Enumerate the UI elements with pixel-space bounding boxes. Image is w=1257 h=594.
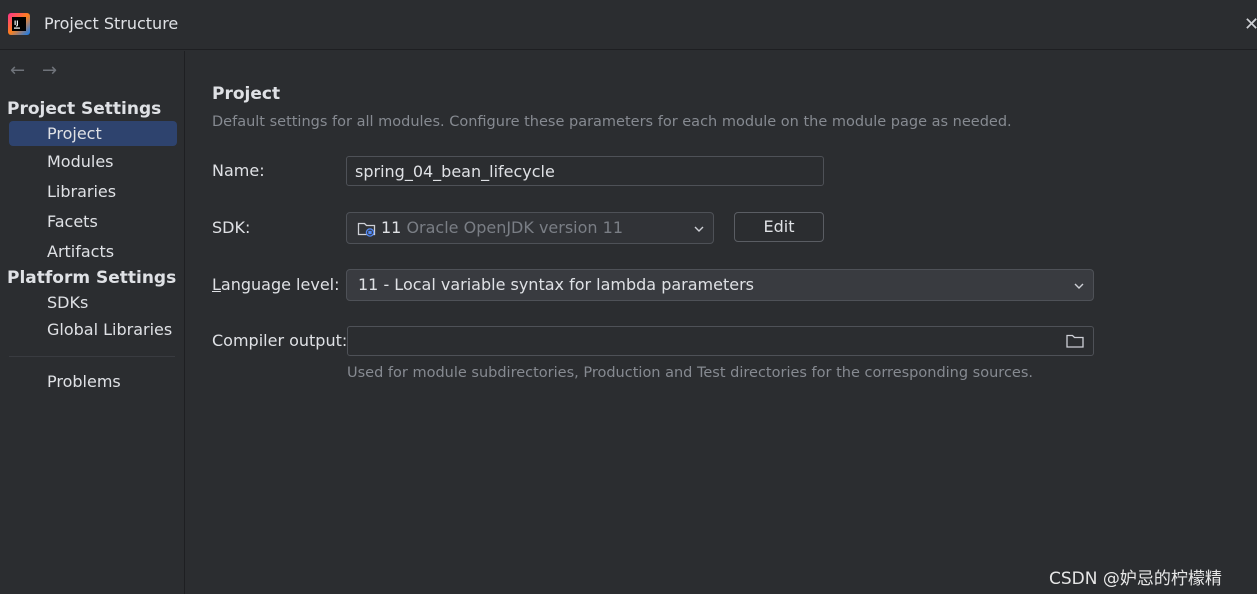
sidebar-item-sdks[interactable]: SDKs: [9, 290, 177, 315]
title-bar: IJ Project Structure ✕: [0, 0, 1257, 50]
sidebar-item-project[interactable]: Project: [9, 121, 177, 146]
project-settings-panel: Project Default settings for all modules…: [186, 51, 1257, 594]
compiler-output-field[interactable]: [347, 326, 1094, 356]
sdk-dropdown[interactable]: 11 Oracle OpenJDK version 11: [346, 212, 714, 244]
sdk-description: Oracle OpenJDK version 11: [406, 218, 623, 237]
sdk-version: 11: [381, 218, 402, 237]
language-level-dropdown[interactable]: 11 - Local variable syntax for lambda pa…: [346, 269, 1094, 301]
project-name-input[interactable]: [346, 156, 824, 186]
page-description: Default settings for all modules. Config…: [212, 114, 1012, 130]
sidebar-item-artifacts[interactable]: Artifacts: [9, 239, 177, 264]
sidebar-item-global-libraries[interactable]: Global Libraries: [9, 317, 177, 342]
compiler-output-hint: Used for module subdirectories, Producti…: [347, 365, 1033, 381]
sidebar-divider: [9, 356, 175, 357]
folder-browse-icon[interactable]: [1065, 332, 1085, 350]
platform-settings-header: Platform Settings: [7, 268, 177, 288]
sidebar-item-libraries[interactable]: Libraries: [9, 179, 177, 204]
close-icon[interactable]: ✕: [1244, 14, 1257, 35]
chevron-down-icon: [1074, 283, 1084, 289]
chevron-down-icon: [694, 226, 704, 232]
name-label: Name:: [212, 161, 265, 180]
svg-text:IJ: IJ: [14, 20, 18, 27]
sidebar-item-modules[interactable]: Modules: [9, 149, 177, 174]
language-level-label-text: anguage level:: [220, 275, 340, 294]
intellij-logo-icon: IJ: [8, 13, 30, 35]
forward-arrow-icon[interactable]: →: [42, 60, 74, 81]
watermark-text: CSDN @妒忌的柠檬精: [1049, 569, 1222, 589]
back-arrow-icon[interactable]: ←: [10, 60, 42, 81]
window-title: Project Structure: [44, 14, 179, 33]
sdk-folder-icon: [357, 222, 376, 237]
compiler-output-label: Compiler output:: [212, 331, 348, 350]
edit-sdk-button[interactable]: Edit: [734, 212, 824, 242]
project-settings-header: Project Settings: [7, 99, 162, 119]
sidebar-item-problems[interactable]: Problems: [9, 369, 177, 394]
language-level-value: 11 - Local variable syntax for lambda pa…: [358, 275, 754, 294]
language-level-label: Language level:: [212, 275, 340, 294]
sidebar: ← → Project Settings Project Modules Libr…: [0, 51, 185, 594]
language-level-mnemonic: L: [212, 275, 221, 294]
sdk-label: SDK:: [212, 218, 251, 237]
page-title: Project: [212, 84, 281, 104]
sidebar-item-facets[interactable]: Facets: [9, 209, 177, 234]
nav-arrows: ← →: [10, 60, 74, 81]
